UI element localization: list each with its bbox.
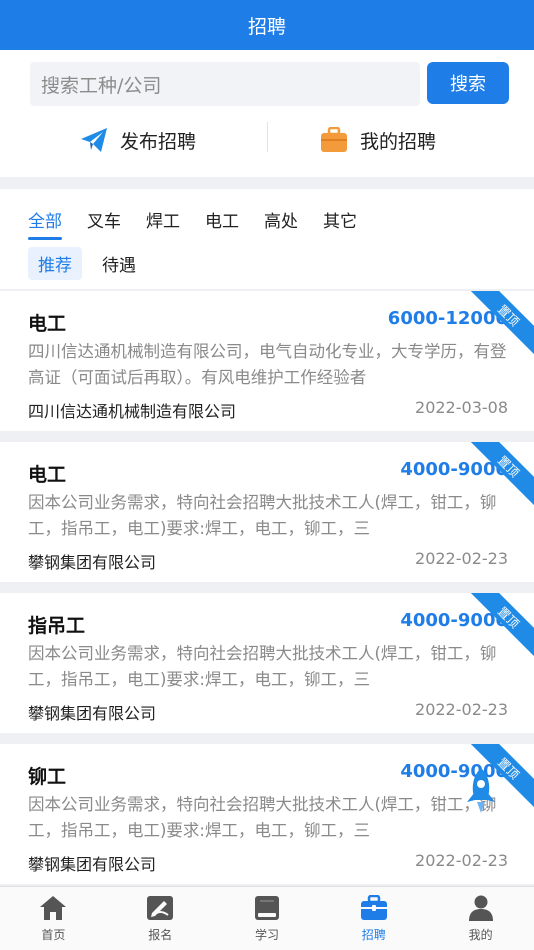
action-divider [267, 122, 268, 152]
search-button[interactable]: 搜索 [427, 62, 509, 104]
job-title: 指吊工 [28, 615, 86, 637]
tab-category-all[interactable]: 全部 [28, 207, 62, 240]
job-company: 攀钢集团有限公司 [28, 553, 157, 572]
home-icon [38, 893, 68, 923]
my-jobs-label: 我的招聘 [360, 130, 437, 153]
job-card[interactable]: 电工 6000-12000 置顶 四川信达通机械制造有限公司，电气自动化专业，大… [0, 291, 534, 431]
search-panel: 搜索工种/公司 搜索 发布招聘 我的招聘 [0, 50, 534, 177]
tab-recruit[interactable]: 招聘 [320, 887, 427, 950]
tab-signup-label: 报名 [148, 928, 173, 942]
tab-category-welder[interactable]: 焊工 [146, 207, 180, 240]
sort-tabs: 推荐 待遇 [28, 247, 156, 280]
app-header: 招聘 [0, 0, 534, 50]
job-company: 四川信达通机械制造有限公司 [28, 402, 237, 421]
job-card[interactable]: 铆工 4000-9000 置顶 因本公司业务需求，特向社会招聘大批技术工人(焊工… [0, 744, 534, 884]
publish-job-label: 发布招聘 [120, 130, 197, 153]
job-title: 电工 [28, 313, 67, 335]
tab-category-other[interactable]: 其它 [323, 207, 357, 240]
user-icon [466, 893, 496, 923]
tab-study[interactable]: 学习 [214, 887, 321, 950]
tab-category-height[interactable]: 高处 [264, 207, 298, 240]
job-description: 四川信达通机械制造有限公司，电气自动化专业，大专学历，有登高证（可面试后再取）。… [28, 342, 507, 387]
tab-recommended[interactable]: 推荐 [28, 247, 82, 280]
job-card[interactable]: 电工 4000-9000 置顶 因本公司业务需求，特向社会招聘大批技术工人(焊工… [0, 442, 534, 582]
tab-recruit-label: 招聘 [361, 928, 386, 942]
job-title: 铆工 [28, 766, 67, 788]
tab-home-label: 首页 [41, 928, 66, 942]
tab-mine[interactable]: 我的 [427, 887, 534, 950]
job-company: 攀钢集团有限公司 [28, 855, 157, 874]
job-title: 电工 [28, 464, 67, 486]
job-date: 2022-03-08 [415, 398, 508, 417]
publish-job-button[interactable]: 发布招聘 [78, 120, 196, 160]
page-title: 招聘 [247, 15, 286, 38]
search-input[interactable]: 搜索工种/公司 [30, 62, 420, 106]
tab-home[interactable]: 首页 [0, 887, 107, 950]
signup-icon [145, 893, 175, 923]
search-placeholder: 搜索工种/公司 [41, 74, 162, 97]
job-description: 因本公司业务需求，特向社会招聘大批技术工人(焊工，钳工，铆工，指吊工，电工)要求… [28, 644, 497, 689]
job-description: 因本公司业务需求，特向社会招聘大批技术工人(焊工，钳工，铆工，指吊工，电工)要求… [28, 795, 497, 840]
job-date: 2022-02-23 [415, 700, 508, 719]
filter-panel: 全部 叉车 焊工 电工 高处 其它 推荐 待遇 [0, 189, 534, 289]
briefcase-icon [359, 893, 389, 923]
paper-plane-icon [78, 124, 110, 156]
tab-category-electrician[interactable]: 电工 [205, 207, 239, 240]
job-description: 因本公司业务需求，特向社会招聘大批技术工人(焊工，钳工，铆工，指吊工，电工)要求… [28, 493, 497, 538]
my-jobs-button[interactable]: 我的招聘 [318, 120, 436, 160]
tab-study-label: 学习 [254, 928, 279, 942]
tab-category-forklift[interactable]: 叉车 [87, 207, 121, 240]
job-salary: 6000-12000 [387, 308, 508, 329]
job-date: 2022-02-23 [415, 549, 508, 568]
bottom-tabbar: 首页 报名 学习 招聘 我的 [0, 886, 534, 950]
job-card[interactable]: 指吊工 4000-9000 置顶 因本公司业务需求，特向社会招聘大批技术工人(焊… [0, 593, 534, 733]
back-to-top-rocket-icon[interactable] [462, 766, 500, 816]
briefcase-orange-icon [318, 124, 350, 156]
job-date: 2022-02-23 [415, 851, 508, 870]
tab-signup[interactable]: 报名 [107, 887, 214, 950]
tab-mine-label: 我的 [468, 928, 493, 942]
book-icon [252, 893, 282, 923]
tab-salary[interactable]: 待遇 [92, 247, 146, 280]
category-tabs: 全部 叉车 焊工 电工 高处 其它 [28, 207, 382, 240]
job-company: 攀钢集团有限公司 [28, 704, 157, 723]
